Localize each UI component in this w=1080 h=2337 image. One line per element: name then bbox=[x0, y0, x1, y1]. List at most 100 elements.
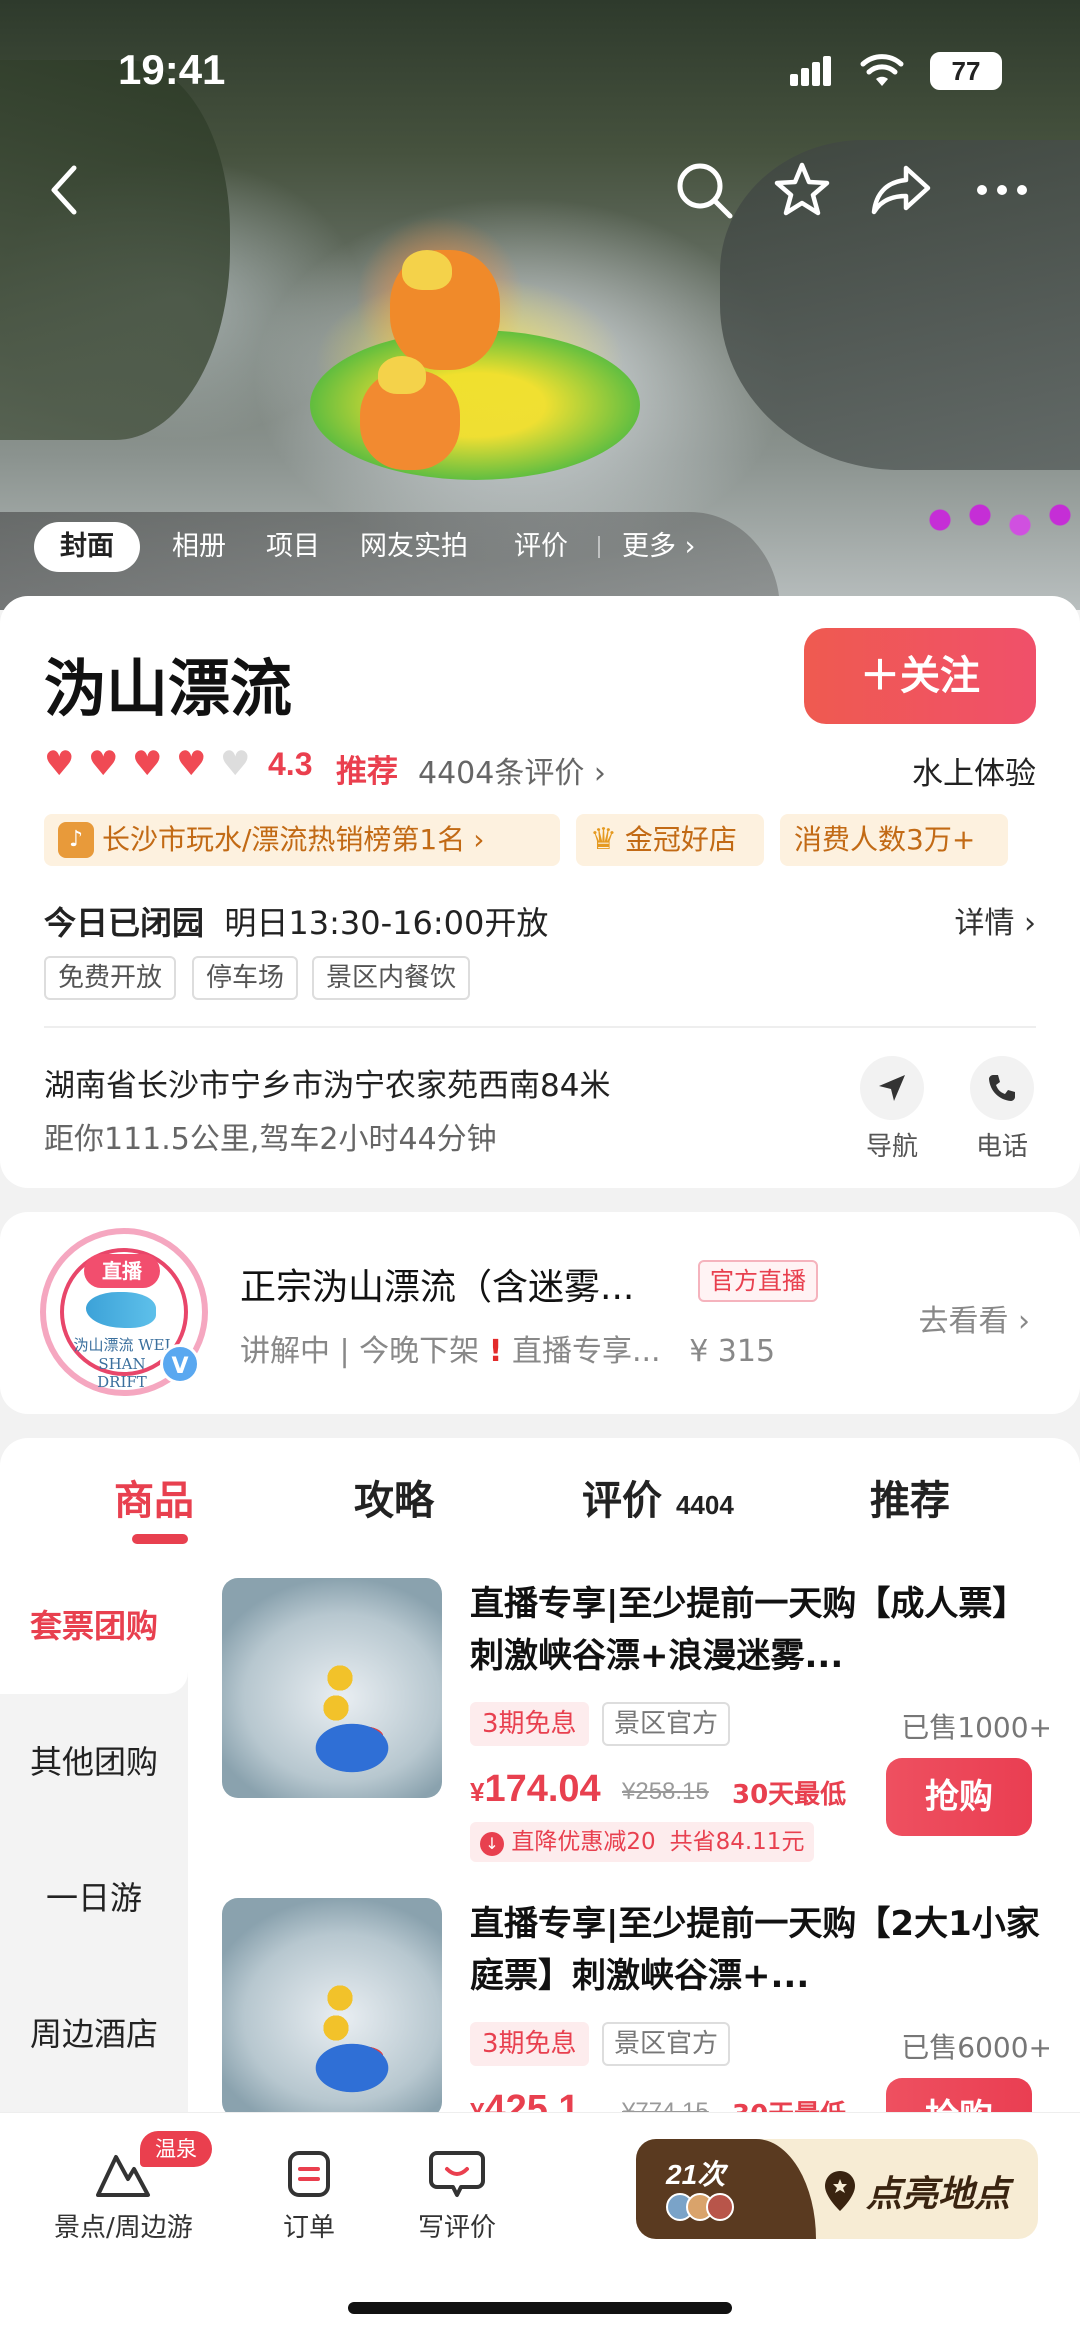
avatar bbox=[706, 2193, 734, 2221]
live-go-label: 去看看 bbox=[918, 1304, 1009, 1339]
friend-avatars bbox=[666, 2193, 734, 2221]
hero-tab-divider bbox=[598, 536, 600, 558]
chevron-right-icon: › bbox=[1024, 906, 1036, 941]
side-nav-day-tour[interactable]: 一日游 bbox=[0, 1830, 188, 1966]
live-promo: 直播专享... bbox=[511, 1334, 661, 1369]
home-indicator[interactable] bbox=[348, 2302, 732, 2314]
currency-symbol: ¥ bbox=[470, 1777, 485, 1807]
navigation-arrow-icon bbox=[860, 1056, 924, 1120]
heart-icon: ♥ bbox=[132, 744, 163, 784]
poi-title: 沩山漂流 bbox=[44, 652, 293, 725]
facility-tag: 停车场 bbox=[192, 956, 299, 1000]
product-promo: ↓ 直降优惠减20 共省84.11元 bbox=[470, 1822, 815, 1862]
side-nav-hotels[interactable]: 周边酒店 bbox=[0, 1966, 188, 2102]
back-button[interactable] bbox=[32, 158, 96, 222]
follow-button[interactable]: ＋关注 bbox=[804, 628, 1036, 724]
status-time: 19:41 bbox=[118, 46, 226, 93]
hero-tab-user-photos[interactable]: 网友实拍 bbox=[360, 522, 468, 572]
scenic-label: 景点/周边游 bbox=[54, 2213, 193, 2243]
down-arrow-icon: ↓ bbox=[480, 1832, 504, 1856]
hours-detail-link[interactable]: 详情 › bbox=[954, 898, 1036, 942]
hero-tab-album[interactable]: 相册 bbox=[172, 522, 226, 572]
buy-button[interactable]: 抢购 bbox=[886, 1758, 1032, 1836]
tab-recommend[interactable]: 推荐 bbox=[870, 1468, 950, 1526]
product-lowest-tag: 30天最低 bbox=[732, 1780, 847, 1810]
status-bar: 19:41 77 bbox=[0, 0, 1080, 140]
poi-info-card: 沩山漂流 ＋关注 ♥ ♥ ♥ ♥ ♥ 4.3 推荐 4404条评价 › 水上体验… bbox=[0, 596, 1080, 1188]
hero-floating-balls bbox=[920, 490, 1080, 550]
tab-reviews-label: 评价 bbox=[582, 1478, 662, 1524]
hours-closed: 今日已闭园 bbox=[44, 904, 205, 942]
side-nav-package[interactable]: 套票团购 bbox=[0, 1558, 188, 1694]
tab-guide[interactable]: 攻略 bbox=[354, 1468, 434, 1526]
light-count-panel: 21次 bbox=[636, 2139, 816, 2239]
crown-badge-text: 金冠好店 bbox=[624, 823, 737, 856]
hero-tab-reviews[interactable]: 评价 bbox=[514, 522, 568, 572]
light-up-place-button[interactable]: 21次 点亮地点 bbox=[636, 2139, 1038, 2239]
more-button[interactable] bbox=[970, 158, 1034, 222]
divider bbox=[44, 1026, 1036, 1028]
rating-hearts: ♥ ♥ ♥ ♥ ♥ bbox=[44, 744, 254, 784]
hero-helmet bbox=[402, 250, 452, 290]
orders-label: 订单 bbox=[282, 2213, 335, 2243]
hero-tab-cover[interactable]: 封面 bbox=[34, 522, 140, 572]
product-price: ¥174.04 bbox=[470, 1768, 601, 1811]
product-sold: 已售6000+ bbox=[901, 2031, 1052, 2064]
verified-icon: V bbox=[160, 1344, 200, 1384]
poi-address[interactable]: 湖南省长沙市宁乡市沩宁农家苑西南84米 bbox=[44, 1060, 610, 1105]
chevron-right-icon: › bbox=[593, 756, 606, 791]
heart-icon: ♥ bbox=[88, 744, 119, 784]
hero-tab-more[interactable]: 更多 › bbox=[622, 522, 695, 572]
review-count-link[interactable]: 4404条评价 › bbox=[418, 748, 606, 792]
search-button[interactable] bbox=[672, 158, 736, 222]
heart-empty-icon: ♥ bbox=[220, 744, 251, 784]
live-stream-card[interactable]: 直播 沩山漂流 WEI SHAN DRIFT V 正宗沩山漂流（含迷雾... 官… bbox=[0, 1212, 1080, 1414]
live-avatar[interactable]: 直播 沩山漂流 WEI SHAN DRIFT V bbox=[40, 1228, 208, 1396]
crown-icon: ♛ bbox=[590, 822, 617, 857]
location-pin-icon bbox=[822, 2169, 858, 2217]
comment-icon bbox=[428, 2149, 486, 2199]
rank-badge-text: 长沙市玩水/漂流热销榜第1名 bbox=[102, 823, 466, 856]
chevron-right-icon: › bbox=[1018, 1304, 1030, 1339]
rank-badge[interactable]: ♪ 长沙市玩水/漂流热销榜第1名 › bbox=[44, 814, 560, 866]
live-tag: 直播 bbox=[84, 1254, 160, 1288]
wifi-icon bbox=[860, 54, 904, 86]
star-icon bbox=[774, 162, 830, 216]
phone-label: 电话 bbox=[975, 1132, 1028, 1162]
hours-next: 明日13:30-16:00开放 bbox=[224, 904, 549, 942]
facility-tag: 免费开放 bbox=[44, 956, 177, 1000]
side-nav-other-group[interactable]: 其他团购 bbox=[0, 1694, 188, 1830]
promo-discount: 直降优惠减20 bbox=[511, 1829, 656, 1855]
crown-badge[interactable]: ♛ 金冠好店 bbox=[576, 814, 764, 866]
rating-score: 4.3 bbox=[268, 746, 313, 782]
consumers-badge: 消费人数3万+ bbox=[780, 814, 1008, 866]
product-original-price: ¥258.15 bbox=[622, 1778, 709, 1805]
live-avatar-logo: 沩山漂流 WEI SHAN DRIFT bbox=[73, 1336, 171, 1391]
live-go-button[interactable]: 去看看 › bbox=[918, 1296, 1030, 1340]
battery-indicator: 77 bbox=[930, 52, 1002, 90]
product-item[interactable]: 直播专享|至少提前一天购【成人票】刺激峡谷漂+浪漫迷雾... 3期免息 景区官方… bbox=[222, 1578, 1052, 1878]
product-image[interactable] bbox=[222, 1898, 442, 2118]
live-subtitle: 讲解中 | 今晚下架 ! 直播专享... ¥ 315 bbox=[240, 1326, 775, 1370]
navigate-label: 导航 bbox=[865, 1132, 918, 1162]
navigate-button[interactable]: 导航 bbox=[852, 1056, 932, 1163]
phone-button[interactable]: 电话 bbox=[962, 1056, 1042, 1163]
heart-icon: ♥ bbox=[176, 744, 207, 784]
plus-icon: ＋ bbox=[860, 653, 900, 699]
tab-reviews-count: 4404 bbox=[675, 1490, 734, 1520]
tab-goods[interactable]: 商品 bbox=[114, 1468, 194, 1526]
chevron-right-icon: › bbox=[473, 823, 485, 856]
tab-reviews[interactable]: 评价 4404 bbox=[582, 1468, 734, 1526]
product-sold: 已售1000+ bbox=[901, 1711, 1052, 1744]
douyin-icon: ♪ bbox=[58, 822, 94, 858]
hero-tab-projects[interactable]: 项目 bbox=[266, 522, 320, 572]
bottom-tab-orders[interactable]: 订单 bbox=[280, 2149, 338, 2244]
bottom-tab-write-review[interactable]: 写评价 bbox=[418, 2149, 496, 2244]
favorite-button[interactable] bbox=[770, 158, 834, 222]
official-tag: 景区官方 bbox=[602, 2022, 731, 2066]
installment-tag: 3期免息 bbox=[470, 1702, 589, 1746]
search-icon bbox=[677, 163, 733, 219]
review-count: 4404条评价 bbox=[418, 756, 585, 791]
product-image[interactable] bbox=[222, 1578, 442, 1798]
share-button[interactable] bbox=[868, 158, 932, 222]
